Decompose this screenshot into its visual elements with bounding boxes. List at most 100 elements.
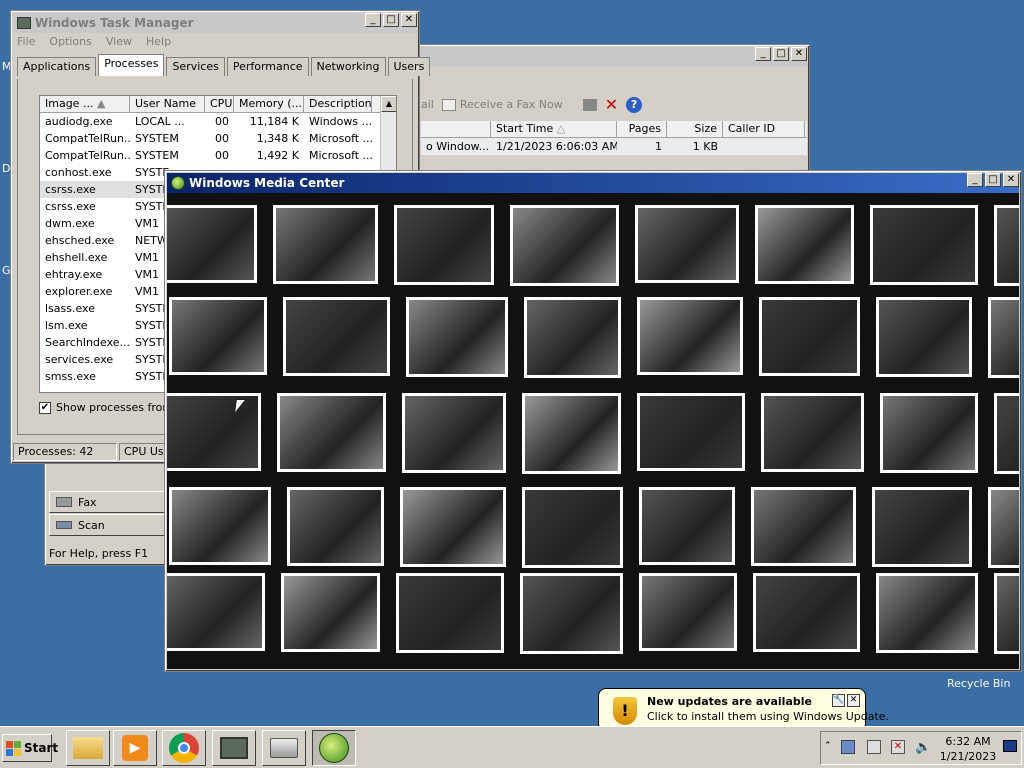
fax-titlebar[interactable] xyxy=(421,47,807,67)
chrysanthemum-photo xyxy=(406,297,508,377)
show-desktop-icon[interactable] xyxy=(1003,740,1017,752)
tab-applications[interactable]: Applications xyxy=(17,57,97,76)
lighthouse-photo xyxy=(167,393,261,471)
lighthouse-photo xyxy=(994,393,1019,474)
close-button[interactable]: ✕ xyxy=(1003,173,1019,187)
penguins-photo xyxy=(167,573,265,651)
processes-count: Processes: 42 xyxy=(13,443,117,461)
jellyfish-photo xyxy=(281,573,380,652)
maximize-button[interactable]: □ xyxy=(773,47,789,61)
snowman-photo xyxy=(396,573,504,653)
tab-processes[interactable]: Processes xyxy=(98,54,165,76)
lighthouse-photo xyxy=(394,205,494,285)
close-button[interactable]: ✕ xyxy=(791,47,807,61)
fax-col-start-time[interactable]: Start Time △ xyxy=(491,121,617,137)
menu-view[interactable]: View xyxy=(106,35,132,48)
taskbar-media-player-button[interactable]: ▶ xyxy=(113,730,157,766)
tab-networking[interactable]: Networking xyxy=(310,57,386,76)
receive-fax-label: Receive a Fax Now xyxy=(459,98,563,111)
koala-photo xyxy=(751,487,856,566)
jellyfish-photo xyxy=(522,393,621,474)
task-manager-titlebar[interactable]: Windows Task Manager xyxy=(13,13,417,33)
media-center-window[interactable]: Windows Media Center _ □ ✕ xyxy=(164,170,1022,672)
col-image-name[interactable]: Image ... ▲ xyxy=(40,96,130,112)
fax-col-size[interactable]: Size xyxy=(667,121,723,137)
minimize-button[interactable]: _ xyxy=(755,47,771,61)
minimize-button[interactable]: _ xyxy=(967,173,983,187)
balloon-text[interactable]: Click to install them using Windows Upda… xyxy=(647,710,889,723)
col-cpu[interactable]: CPU xyxy=(205,96,234,112)
jellyfish-photo xyxy=(755,205,854,284)
chrysanthemum-photo xyxy=(876,573,978,653)
delete-icon[interactable]: ✕ xyxy=(605,95,618,114)
process-row[interactable]: CompatTelRun... SYSTEM 00 1,348 K Microsoft … xyxy=(40,130,396,147)
menu-options[interactable]: Options xyxy=(49,35,91,48)
mouse-cursor-icon xyxy=(235,400,245,412)
security-shield-icon: ! xyxy=(613,697,637,725)
show-all-processes-checkbox[interactable]: ✔ xyxy=(39,401,51,414)
scan-nav-button[interactable]: Scan xyxy=(49,514,169,536)
taskbar-explorer-button[interactable] xyxy=(66,730,110,766)
chrome-icon xyxy=(169,733,199,763)
task-manager-icon xyxy=(220,737,248,759)
chrysanthemum-photo xyxy=(277,393,386,472)
tab-users[interactable]: Users xyxy=(387,57,431,76)
fax-col-caller-id[interactable]: Caller ID xyxy=(723,121,805,137)
taskbar-media-center-button[interactable] xyxy=(312,730,356,766)
receive-fax-button[interactable]: Receive a Fax Now xyxy=(441,98,563,111)
col-memory[interactable]: Memory (... xyxy=(234,96,304,112)
tulips-photo xyxy=(639,487,735,565)
taskbar-chrome-button[interactable] xyxy=(162,730,206,766)
volume-icon[interactable]: 🔈 xyxy=(915,740,931,755)
col-description[interactable]: Description xyxy=(304,96,372,112)
close-button[interactable]: ✕ xyxy=(401,13,417,27)
update-tray-icon[interactable] xyxy=(841,740,855,754)
fax-receive-icon xyxy=(441,98,456,111)
print-icon[interactable] xyxy=(582,98,597,111)
fax-row[interactable]: o Window... 1/21/2023 6:06:03 AM 1 1 KB xyxy=(421,138,807,155)
penguins-photo xyxy=(635,205,739,283)
snowman-photo xyxy=(759,297,860,376)
photo-slideshow[interactable] xyxy=(167,193,1019,669)
penguins-photo xyxy=(402,393,506,473)
clock-time[interactable]: 6:32 AM xyxy=(943,735,993,748)
fax-col-pages[interactable]: Pages xyxy=(617,121,667,137)
network-icon[interactable] xyxy=(867,740,881,754)
fax-nav-button[interactable]: Fax xyxy=(49,491,169,513)
menu-help[interactable]: Help xyxy=(146,35,171,48)
balloon-options-icon[interactable]: 🔧 xyxy=(832,694,845,707)
recycle-bin-label[interactable]: Recycle Bin xyxy=(947,677,1010,690)
system-tray: ˆ ✕ 🔈 6:32 AM 1/21/2023 xyxy=(820,731,1022,765)
lighthouse-photo xyxy=(753,573,860,652)
fax-icon xyxy=(56,497,72,507)
minimize-button[interactable]: _ xyxy=(365,13,381,27)
media-center-icon xyxy=(319,733,349,763)
taskbar-fax-button[interactable] xyxy=(262,730,306,766)
clock-date[interactable]: 1/21/2023 xyxy=(939,750,997,763)
action-center-icon[interactable]: ✕ xyxy=(891,740,905,754)
koala-photo xyxy=(169,297,267,375)
start-button[interactable]: Start xyxy=(2,734,58,762)
scroll-up-icon[interactable]: ▲ xyxy=(381,96,396,112)
tab-performance[interactable]: Performance xyxy=(226,57,309,76)
menu-file[interactable]: File xyxy=(17,35,35,48)
windows-logo-icon xyxy=(6,740,21,756)
fax-col-from[interactable] xyxy=(421,121,491,137)
show-hidden-icons-button[interactable]: ˆ xyxy=(825,740,831,753)
media-center-titlebar[interactable]: Windows Media Center xyxy=(167,173,1019,193)
fax-status-text: For Help, press F1 xyxy=(49,547,149,560)
col-user-name[interactable]: User Name xyxy=(130,96,205,112)
maximize-button[interactable]: □ xyxy=(985,173,1001,187)
taskbar: Start ▶ ˆ ✕ 🔈 6:32 AM 1/21/2023 xyxy=(0,726,1024,768)
scanner-icon xyxy=(56,521,72,529)
maximize-button[interactable]: □ xyxy=(383,13,399,27)
balloon-close-button[interactable]: ✕ xyxy=(847,694,860,707)
fax-toolbar-item[interactable]: ail xyxy=(421,98,434,111)
process-row[interactable]: CompatTelRun... SYSTEM 00 1,492 K Microsoft … xyxy=(40,147,396,164)
process-row[interactable]: audiodg.exe LOCAL ... 00 11,184 K Windows ..… xyxy=(40,113,396,130)
tab-services[interactable]: Services xyxy=(166,57,225,76)
chrysanthemum-photo xyxy=(988,487,1019,568)
taskbar-task-manager-button[interactable] xyxy=(212,730,256,766)
penguins-photo xyxy=(994,573,1019,654)
help-icon[interactable]: ? xyxy=(626,96,643,113)
